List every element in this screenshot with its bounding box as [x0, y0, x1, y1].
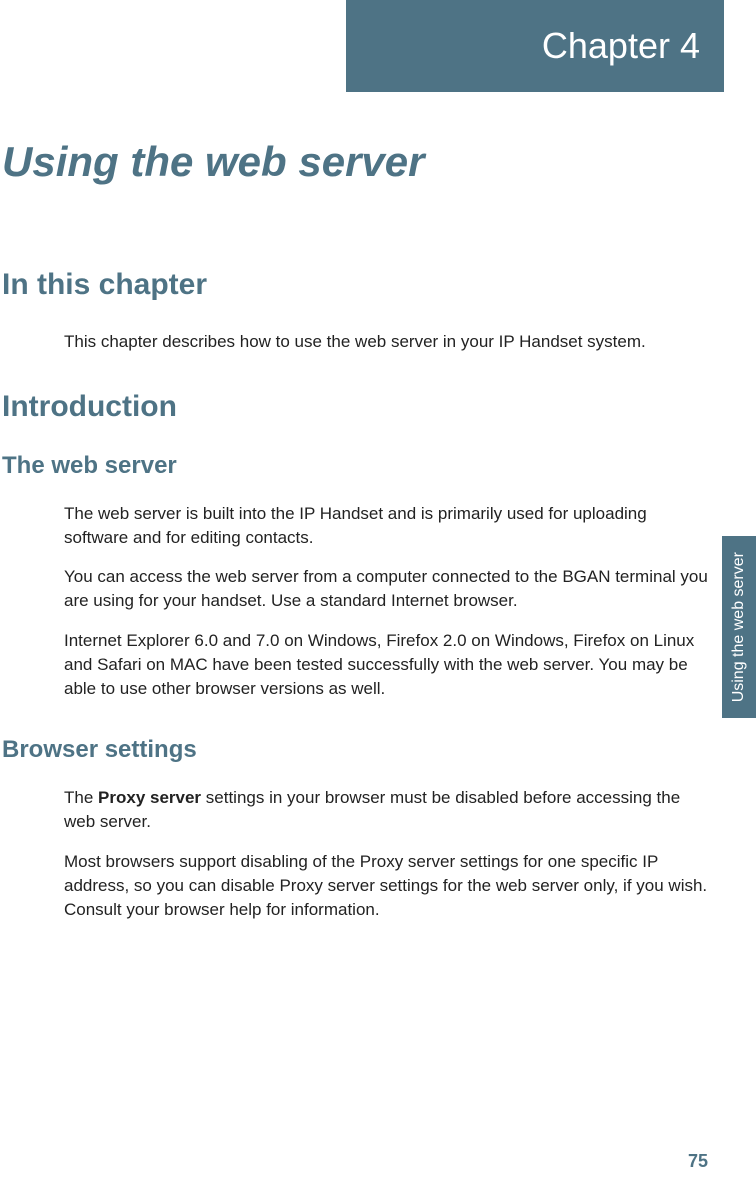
paragraph-proxy: The Proxy server settings in your browse…	[64, 786, 708, 834]
section-browser-settings: Browser settings The Proxy server settin…	[2, 736, 708, 921]
page-title: Using the web server	[2, 138, 424, 186]
paragraph: Most browsers support disabling of the P…	[64, 850, 708, 921]
paragraph: Internet Explorer 6.0 and 7.0 on Windows…	[64, 629, 708, 700]
content-area: In this chapter This chapter describes h…	[2, 268, 708, 957]
section-introduction: Introduction	[2, 390, 708, 424]
heading-browser-settings: Browser settings	[2, 736, 708, 764]
heading-web-server: The web server	[2, 452, 708, 480]
paragraph: The web server is built into the IP Hand…	[64, 502, 708, 550]
page-number: 75	[688, 1151, 708, 1172]
side-tab-text: Using the web server	[730, 552, 748, 702]
heading-in-this-chapter: In this chapter	[2, 268, 708, 302]
heading-introduction: Introduction	[2, 390, 708, 424]
chapter-label: Chapter 4	[542, 25, 700, 67]
side-tab: Using the web server	[722, 536, 756, 718]
paragraph: This chapter describes how to use the we…	[64, 330, 708, 354]
text-prefix: The	[64, 788, 98, 807]
section-in-this-chapter: In this chapter This chapter describes h…	[2, 268, 708, 354]
text-bold-proxy: Proxy server	[98, 788, 201, 807]
chapter-banner: Chapter 4	[346, 0, 724, 92]
section-web-server: The web server The web server is built i…	[2, 452, 708, 701]
paragraph: You can access the web server from a com…	[64, 565, 708, 613]
